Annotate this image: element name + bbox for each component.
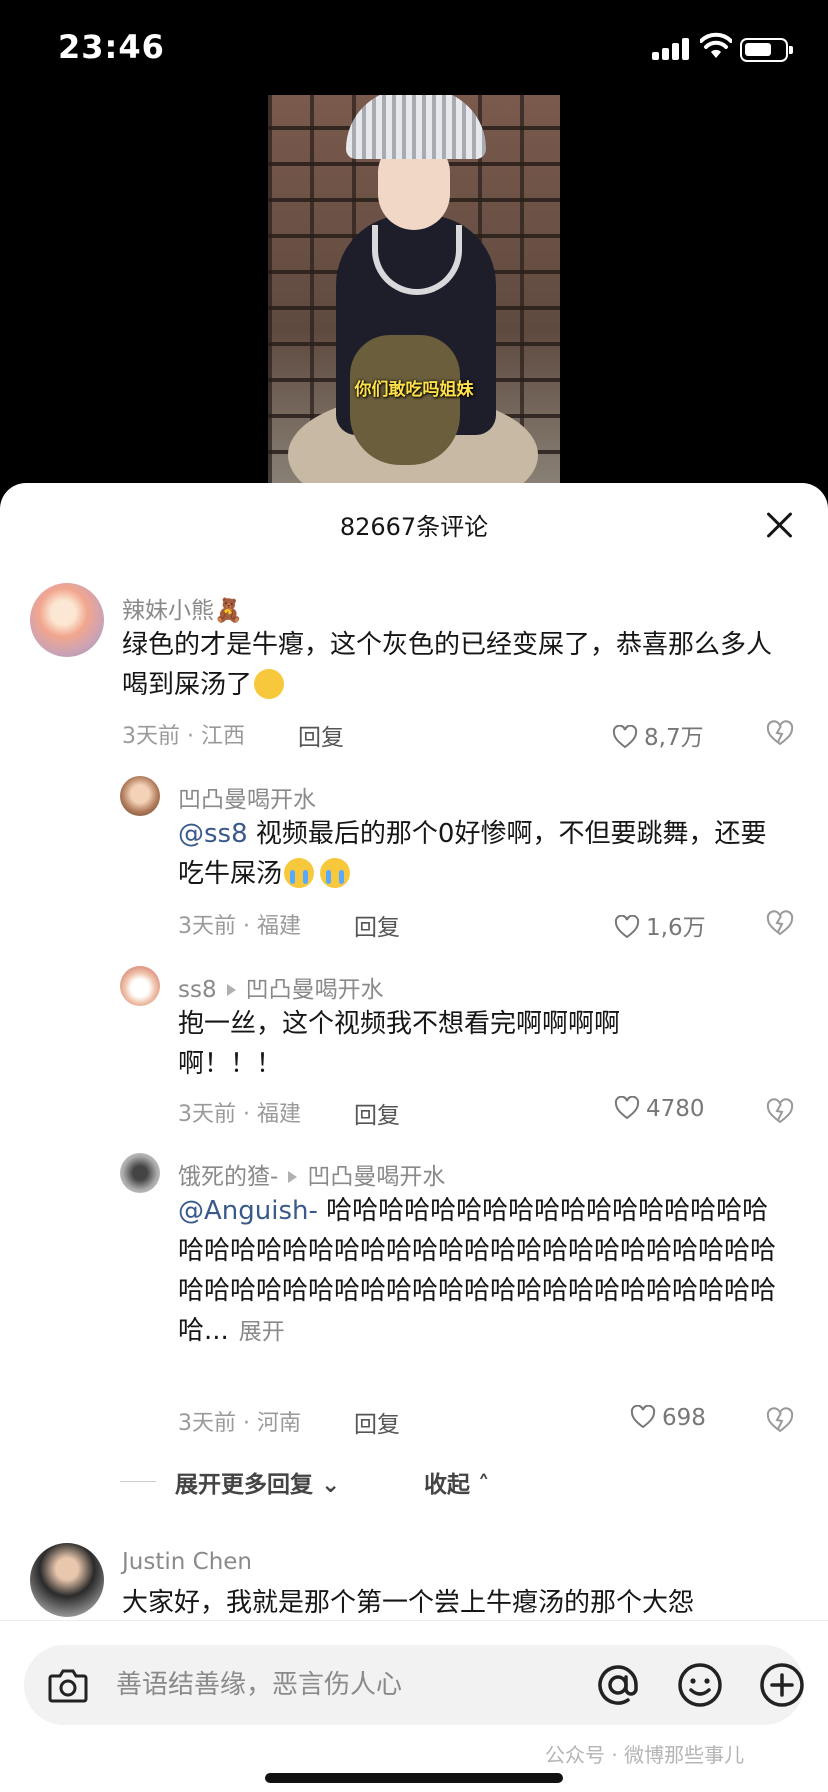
like-button[interactable]: 698 <box>630 1405 706 1431</box>
crying-emoji-icon <box>284 858 315 888</box>
reply-username[interactable]: ss8 凹凸曼喝开水 <box>178 970 384 1004</box>
comment-username[interactable]: 辣妹小熊🧸 <box>122 591 243 625</box>
avatar[interactable] <box>120 776 160 816</box>
camera-icon[interactable] <box>48 1667 88 1703</box>
heart-icon <box>630 1405 656 1429</box>
reply-text: 抱一丝，这个视频我不想看完啊啊啊啊啊！！！ <box>178 1009 621 1079</box>
comments-sheet: 82667条评论 辣妹小熊🧸 绿色的才是牛瘪，这个灰色的已经变屎了，恭喜那么多人… <box>0 483 828 1792</box>
comment-time-location: 3天前 · 江西 <box>122 724 245 749</box>
like-count: 8,7万 <box>644 725 704 751</box>
watermark: 公众号 · 微博那些事儿 <box>545 1743 745 1767</box>
cellular-signal-icon <box>652 38 692 60</box>
home-indicator[interactable] <box>265 1773 563 1783</box>
reply-button[interactable]: 回复 <box>354 1096 400 1130</box>
reply-target-name: 凹凸曼喝开水 <box>245 977 384 1003</box>
status-time: 23:46 <box>58 28 165 66</box>
collapse-replies-button[interactable]: 收起 ˄ <box>424 1465 490 1499</box>
comment-input[interactable] <box>116 1659 576 1711</box>
divider <box>120 1481 156 1482</box>
reply-button[interactable]: 回复 <box>354 1405 400 1439</box>
reply-time-location: 3天前 · 河南 <box>178 1411 301 1436</box>
heart-icon <box>614 1096 640 1120</box>
mention-link[interactable]: @Anguish- <box>178 1196 318 1226</box>
mention-at-icon[interactable] <box>594 1661 642 1709</box>
avatar[interactable] <box>120 1153 160 1193</box>
reply-arrow-icon <box>288 1170 298 1183</box>
avatar[interactable] <box>30 1543 104 1617</box>
reply-target-name: 凹凸曼喝开水 <box>307 1164 446 1190</box>
avatar[interactable] <box>30 583 104 657</box>
like-count: 1,6万 <box>646 915 706 941</box>
reply-arrow-icon <box>226 983 236 996</box>
heart-icon <box>612 725 638 749</box>
comment-text: 绿色的才是牛瘪，这个灰色的已经变屎了，恭喜那么多人喝到屎汤了 <box>122 630 773 700</box>
wifi-icon <box>700 32 732 58</box>
dislike-icon[interactable] <box>766 910 794 936</box>
dislike-icon[interactable] <box>766 720 794 746</box>
like-button[interactable]: 4780 <box>614 1096 705 1122</box>
avatar[interactable] <box>120 966 160 1006</box>
reply-time-location: 3天前 · 福建 <box>178 1102 301 1127</box>
comment-input-bar: 公众号 · 微博那些事儿 <box>0 1620 828 1792</box>
like-button[interactable]: 8,7万 <box>612 718 704 752</box>
dislike-icon[interactable] <box>766 1098 794 1124</box>
reply-button[interactable]: 回复 <box>354 908 400 942</box>
crying-emoji-icon <box>320 858 351 888</box>
battery-icon <box>740 38 793 62</box>
emoji-icon[interactable] <box>676 1661 724 1709</box>
like-button[interactable]: 1,6万 <box>614 908 706 942</box>
reply-username[interactable]: 凹凸曼喝开水 <box>178 780 316 814</box>
status-bar: 23:46 <box>0 0 828 100</box>
chevron-down-icon: ⌄ <box>313 1472 341 1498</box>
video-caption: 你们敢吃吗姐妹 <box>354 380 474 400</box>
comment-username[interactable]: Justin Chen <box>122 1549 252 1575</box>
video-player[interactable]: 你们敢吃吗姐妹 <box>268 95 560 490</box>
reply-text: @Anguish- 哈哈哈哈哈哈哈哈哈哈哈哈哈哈哈哈哈哈哈哈哈哈哈哈哈哈哈哈哈哈… <box>178 1196 777 1346</box>
reply-username[interactable]: 饿死的猹- 凹凸曼喝开水 <box>178 1157 445 1191</box>
show-more-replies-button[interactable]: 展开更多回复 ⌄ <box>175 1465 340 1499</box>
like-count: 4780 <box>646 1096 705 1122</box>
expand-text-button[interactable]: 展开 <box>239 1319 285 1345</box>
comment-input-container <box>24 1645 804 1725</box>
comment-text: 大家好，我就是那个第一个尝上牛瘪汤的那个大怨 <box>122 1588 695 1618</box>
add-icon[interactable] <box>758 1661 806 1709</box>
dislike-icon[interactable] <box>766 1407 794 1433</box>
heart-icon <box>614 915 640 939</box>
reply-button[interactable]: 回复 <box>298 718 344 752</box>
like-count: 698 <box>662 1405 706 1431</box>
chevron-up-icon: ˄ <box>470 1472 490 1498</box>
grimace-emoji-icon <box>254 669 285 699</box>
mention-link[interactable]: @ss8 <box>178 819 248 849</box>
close-icon[interactable] <box>760 505 800 545</box>
reply-time-location: 3天前 · 福建 <box>178 914 301 939</box>
reply-text: @ss8 视频最后的那个0好惨啊，不但要跳舞，还要吃牛屎汤 <box>178 819 767 889</box>
comment-count-title: 82667条评论 <box>339 513 489 541</box>
